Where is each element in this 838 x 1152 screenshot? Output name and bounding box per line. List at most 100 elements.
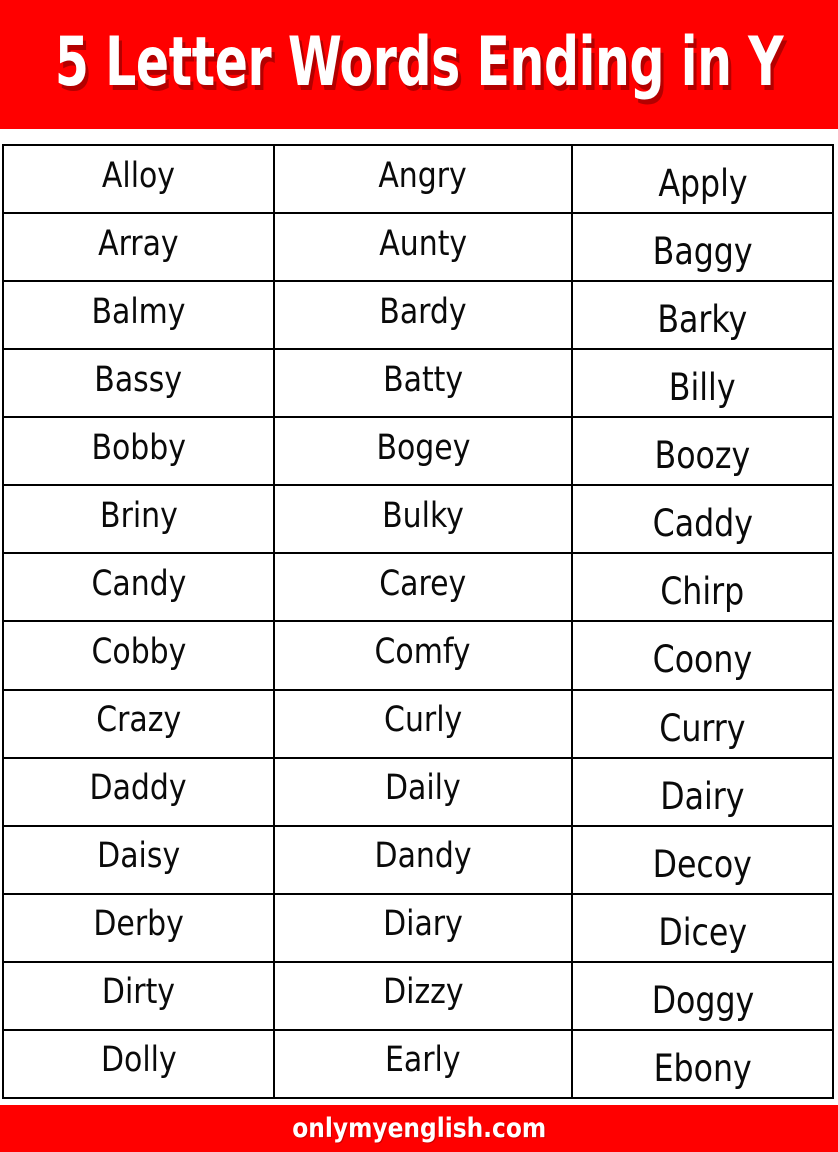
word-cell-col2: Comfy	[273, 620, 573, 691]
word-text: Carey	[379, 563, 467, 604]
word-cell-col2: Dandy	[273, 824, 573, 895]
word-cell-col3: Baggy	[571, 212, 834, 283]
word-cell-col3: Curry	[571, 688, 834, 759]
word-cell-col1: Daisy	[2, 824, 275, 895]
table-row: Balmy Bardy Barky	[2, 280, 834, 351]
word-list-poster: 5 Letter Words Ending in Y Alloy Angry A…	[0, 0, 838, 1152]
word-text: Coony	[652, 638, 753, 682]
word-cell-col1: Alloy	[2, 143, 275, 215]
word-text: Apply	[657, 162, 748, 206]
table-row: Derby Diary Dicey	[2, 892, 834, 963]
word-text: Balmy	[91, 291, 186, 332]
word-text: Bogey	[376, 427, 470, 468]
word-text: Dairy	[660, 774, 745, 818]
word-table: Alloy Angry Apply Array Aunty Baggy Balm…	[2, 143, 834, 1100]
word-text: Batty	[382, 359, 463, 400]
page-title: 5 Letter Words Ending in Y	[54, 22, 784, 102]
word-cell-col1: Cobby	[2, 620, 275, 691]
table-row: Crazy Curly Curry	[2, 688, 834, 759]
word-cell-col1: Balmy	[2, 280, 275, 351]
word-text: Dizzy	[382, 972, 464, 1013]
table-row: Array Aunty Baggy	[2, 212, 834, 283]
word-text: Aunty	[379, 223, 467, 264]
word-cell-col3: Doggy	[571, 960, 834, 1031]
table-row: Bassy Batty Billy	[2, 348, 834, 419]
word-text: Boozy	[654, 434, 751, 478]
word-text: Comfy	[375, 631, 471, 672]
word-text: Candy	[91, 563, 186, 604]
word-text: Ebony	[653, 1046, 752, 1090]
word-text: Bobby	[91, 427, 186, 468]
word-cell-col1: Bassy	[2, 348, 275, 419]
table-row: Dirty Dizzy Doggy	[2, 960, 834, 1031]
word-cell-col2: Bogey	[273, 416, 573, 487]
word-text: Cobby	[91, 631, 186, 672]
word-cell-col1: Array	[2, 212, 275, 283]
header-banner: 5 Letter Words Ending in Y	[0, 0, 838, 129]
word-table-container: Alloy Angry Apply Array Aunty Baggy Balm…	[2, 143, 834, 1100]
word-cell-col3: Dicey	[571, 892, 834, 963]
word-cell-col3: Coony	[571, 620, 834, 691]
word-text: Crazy	[96, 700, 181, 741]
word-text: Dicey	[658, 910, 747, 954]
word-text: Array	[98, 223, 179, 264]
table-row: Bobby Bogey Boozy	[2, 416, 834, 487]
word-text: Daily	[385, 768, 461, 809]
word-cell-col2: Dizzy	[273, 960, 573, 1031]
word-text: Dandy	[374, 836, 472, 877]
word-text: Decoy	[652, 842, 753, 886]
word-cell-col2: Aunty	[273, 212, 573, 283]
table-row: Cobby Comfy Coony	[2, 620, 834, 691]
word-cell-col3: Billy	[571, 348, 834, 419]
word-cell-col3: Caddy	[571, 484, 834, 555]
word-cell-col2: Batty	[273, 348, 573, 419]
word-cell-col2: Angry	[273, 143, 573, 215]
word-text: Doggy	[651, 978, 754, 1022]
word-text: Baggy	[652, 230, 753, 274]
table-row: Daisy Dandy Decoy	[2, 824, 834, 895]
footer-banner: onlymyenglish.com	[0, 1105, 838, 1152]
table-row: Candy Carey Chirp	[2, 552, 834, 623]
word-cell-col1: Daddy	[2, 756, 275, 827]
word-cell-col1: Dirty	[2, 960, 275, 1031]
word-cell-col2: Bardy	[273, 280, 573, 351]
word-cell-col3: Ebony	[571, 1028, 834, 1100]
word-text: Daisy	[97, 836, 180, 877]
word-text: Daddy	[89, 768, 188, 809]
word-text: Chirp	[660, 570, 745, 614]
word-cell-col3: Decoy	[571, 824, 834, 895]
word-cell-col2: Carey	[273, 552, 573, 623]
word-text: Bardy	[379, 291, 467, 332]
word-cell-col1: Dolly	[2, 1028, 275, 1100]
table-row: Daddy Daily Dairy	[2, 756, 834, 827]
word-text: Dirty	[101, 972, 176, 1013]
word-cell-col3: Barky	[571, 280, 834, 351]
word-text: Bulky	[382, 495, 464, 536]
word-cell-col1: Bobby	[2, 416, 275, 487]
table-row: Dolly Early Ebony	[2, 1028, 834, 1100]
word-cell-col2: Bulky	[273, 484, 573, 555]
word-cell-col3: Dairy	[571, 756, 834, 827]
table-row: Briny Bulky Caddy	[2, 484, 834, 555]
word-cell-col3: Chirp	[571, 552, 834, 623]
word-text: Curry	[659, 706, 746, 750]
word-text: Alloy	[101, 155, 176, 196]
word-cell-col2: Daily	[273, 756, 573, 827]
word-text: Caddy	[652, 502, 753, 546]
word-text: Diary	[383, 904, 463, 945]
word-text: Dolly	[100, 1040, 177, 1081]
word-cell-col1: Briny	[2, 484, 275, 555]
word-cell-col3: Boozy	[571, 416, 834, 487]
word-text: Bassy	[94, 359, 183, 400]
word-cell-col1: Crazy	[2, 688, 275, 759]
word-text: Early	[385, 1040, 461, 1081]
word-text: Curly	[383, 700, 463, 741]
word-cell-col2: Diary	[273, 892, 573, 963]
word-text: Derby	[93, 904, 184, 945]
word-cell-col1: Candy	[2, 552, 275, 623]
word-text: Billy	[669, 366, 736, 410]
word-text: Briny	[99, 495, 178, 536]
word-text: Barky	[657, 298, 748, 342]
table-row: Alloy Angry Apply	[2, 143, 834, 215]
word-cell-col1: Derby	[2, 892, 275, 963]
